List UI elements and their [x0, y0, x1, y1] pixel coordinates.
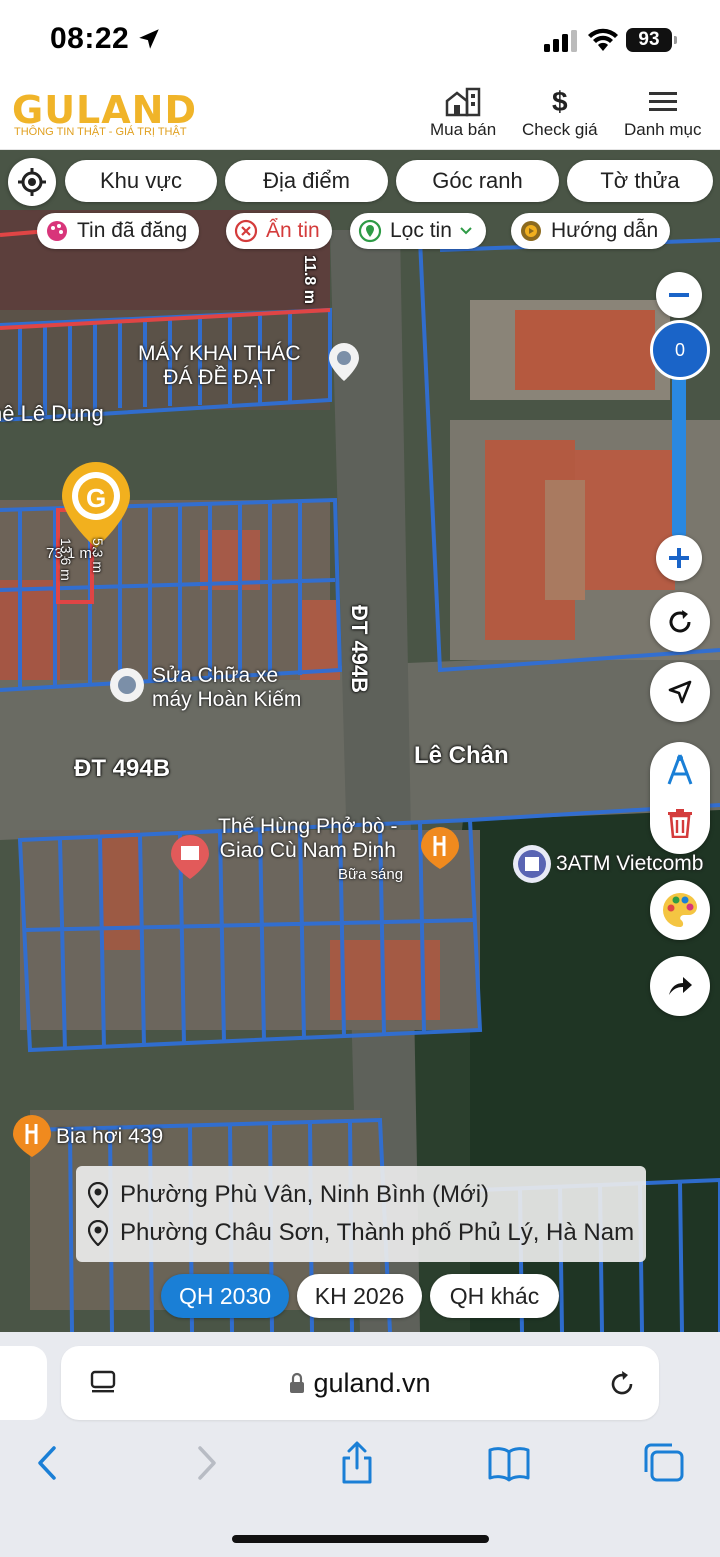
- share-button[interactable]: [650, 956, 710, 1016]
- marker-logo-text: G: [86, 483, 107, 513]
- locate-me-button[interactable]: [8, 158, 56, 206]
- nav-label: Check giá: [522, 120, 598, 139]
- menu-icon: [648, 92, 677, 111]
- layer-color-button[interactable]: [650, 880, 710, 940]
- map-pin-icon: [88, 1220, 108, 1246]
- palette-icon: [47, 221, 67, 241]
- plan-qh-khac-button[interactable]: QH khác: [430, 1274, 559, 1318]
- poi-label-may-khai-thac: MÁY KHAI THÁC ĐÁ ĐỀ ĐẠT: [138, 342, 301, 389]
- nav-label: Danh mục: [624, 120, 702, 139]
- refresh-button[interactable]: [650, 592, 710, 652]
- chip-label: Lọc tin: [390, 219, 452, 242]
- restaurant-pin-icon[interactable]: [12, 1114, 52, 1158]
- road-label-dt494b: ĐT 494B: [74, 755, 171, 782]
- share-arrow-icon: [669, 977, 692, 995]
- shop-pin-icon[interactable]: [170, 834, 210, 880]
- play-icon: [521, 221, 541, 241]
- app-header: GULAND THÔNG TIN THẬT - GIÁ TRỊ THẬT Mua…: [0, 80, 720, 150]
- navigate-button[interactable]: [650, 662, 710, 722]
- nav-check-gia[interactable]: $ Check giá: [522, 86, 598, 140]
- battery-indicator: 93: [626, 28, 677, 52]
- plan-qh-2030-button[interactable]: QH 2030: [161, 1274, 289, 1318]
- chevron-down-icon: [460, 227, 472, 235]
- map-pin-icon: [88, 1182, 108, 1208]
- chip-huong-dan[interactable]: Hướng dẫn: [511, 213, 671, 249]
- reload-icon[interactable]: [607, 1369, 637, 1399]
- back-icon[interactable]: [26, 1440, 72, 1486]
- chip-label: Ẩn tin: [266, 219, 320, 242]
- share-icon[interactable]: [334, 1440, 380, 1486]
- close-circle-icon: [234, 219, 258, 243]
- url-text[interactable]: guland.vn: [61, 1368, 659, 1399]
- wifi-icon: [588, 28, 618, 51]
- nav-danh-muc[interactable]: Danh mục: [624, 86, 701, 140]
- poi-label-sua-chua-xe: Sửa Chữa xe máy Hoàn Kiếm: [152, 664, 302, 711]
- edge-text-label: hê Lê Dung: [0, 401, 104, 426]
- chip-label: Tin đã đăng: [77, 219, 188, 242]
- logo-tagline: THÔNG TIN THẬT - GIÁ TRỊ THẬT: [14, 126, 187, 138]
- minus-icon: [669, 293, 689, 297]
- location-arrow-icon: [139, 29, 159, 49]
- chip-an-tin[interactable]: Ẩn tin: [226, 213, 332, 249]
- compass-measure-icon[interactable]: [662, 752, 698, 788]
- poi-label-atm: 3ATM Vietcomb: [556, 852, 704, 875]
- filter-goc-ranh[interactable]: Góc ranh: [396, 160, 559, 202]
- poi-pin-icon[interactable]: [108, 666, 146, 704]
- edge-dimension-label: 11.8 m: [301, 255, 318, 304]
- tabs-icon[interactable]: [640, 1440, 686, 1486]
- poi-label-bia-hoi: Bia hơi 439: [56, 1125, 164, 1148]
- trash-icon[interactable]: [666, 808, 694, 838]
- address-old-text: Phường Châu Sơn, Thành phố Phủ Lý, Hà Na…: [120, 1219, 635, 1246]
- road-label-dt494b-vertical: ĐT 494B: [347, 605, 372, 694]
- forward-icon[interactable]: [182, 1440, 228, 1486]
- measure-tool-group: [650, 742, 710, 854]
- home-indicator: [232, 1535, 489, 1543]
- address-new-row: Phường Phù Vân, Ninh Bình (Mới): [88, 1176, 634, 1214]
- address-old-row: Phường Châu Sơn, Thành phố Phủ Lý, Hà Na…: [88, 1214, 634, 1252]
- chip-tin-da-dang[interactable]: Tin đã đăng: [37, 213, 200, 249]
- nav-label: Mua bán: [430, 120, 497, 139]
- zoom-out-button[interactable]: [656, 272, 702, 318]
- filter-dia-diem[interactable]: Địa điểm: [225, 160, 388, 202]
- lock-icon: [290, 1372, 305, 1393]
- address-new-text: Phường Phù Vân, Ninh Bình (Mới): [120, 1181, 490, 1208]
- chip-label: Hướng dẫn: [551, 219, 659, 242]
- address-panel: Phường Phù Vân, Ninh Bình (Mới) Phường C…: [76, 1166, 646, 1262]
- satellite-imagery: [0, 150, 720, 1332]
- poi-label-the-hung-pho-bo: Thế Hùng Phở bò - Giao Cù Nam Định: [218, 815, 398, 862]
- plan-kh-2026-button[interactable]: KH 2026: [297, 1274, 422, 1318]
- refresh-icon: [669, 610, 691, 633]
- clock: 08:22: [50, 22, 130, 55]
- restaurant-pin-icon[interactable]: [420, 826, 460, 870]
- poi-pin-icon[interactable]: [328, 342, 360, 382]
- map-view[interactable]: Khu vực Địa điểm Góc ranh Tờ thửa Tin đã…: [0, 150, 720, 1332]
- previous-tab-peek[interactable]: [0, 1346, 47, 1420]
- url-label: guland.vn: [313, 1368, 431, 1398]
- bank-pin-icon[interactable]: [512, 844, 552, 886]
- building-icon: [445, 87, 481, 117]
- parcel-dim-a-label: 13.6 m: [58, 538, 74, 581]
- zoom-in-button[interactable]: [656, 535, 702, 581]
- area-label-le-chan: Lê Chân: [414, 742, 509, 769]
- crosshair-icon: [18, 168, 46, 196]
- nav-mua-ban[interactable]: Mua bán: [430, 86, 496, 140]
- plus-icon: [669, 548, 689, 568]
- address-bar[interactable]: guland.vn: [61, 1346, 659, 1420]
- bookmarks-icon[interactable]: [486, 1440, 532, 1486]
- chip-loc-tin[interactable]: Lọc tin: [350, 213, 486, 249]
- palette-icon: [662, 893, 697, 927]
- browser-toolbar: guland.vn: [0, 1332, 720, 1557]
- dollar-icon: $: [552, 86, 568, 117]
- zoom-slider-thumb[interactable]: 0: [650, 320, 710, 380]
- location-filter-icon: [358, 219, 382, 243]
- guland-logo[interactable]: GULAND THÔNG TIN THẬT - GIÁ TRỊ THẬT: [12, 88, 202, 142]
- status-bar: 08:22 93: [0, 0, 720, 80]
- parcel-dim-b-label: 5.3 m: [90, 538, 106, 574]
- filter-to-thua[interactable]: Tờ thửa: [567, 160, 713, 202]
- navigation-arrow-icon: [668, 680, 692, 704]
- filter-khu-vuc[interactable]: Khu vực: [65, 160, 217, 202]
- cellular-signal-icon: [544, 30, 577, 52]
- poi-sub-label: Bữa sáng: [338, 866, 404, 883]
